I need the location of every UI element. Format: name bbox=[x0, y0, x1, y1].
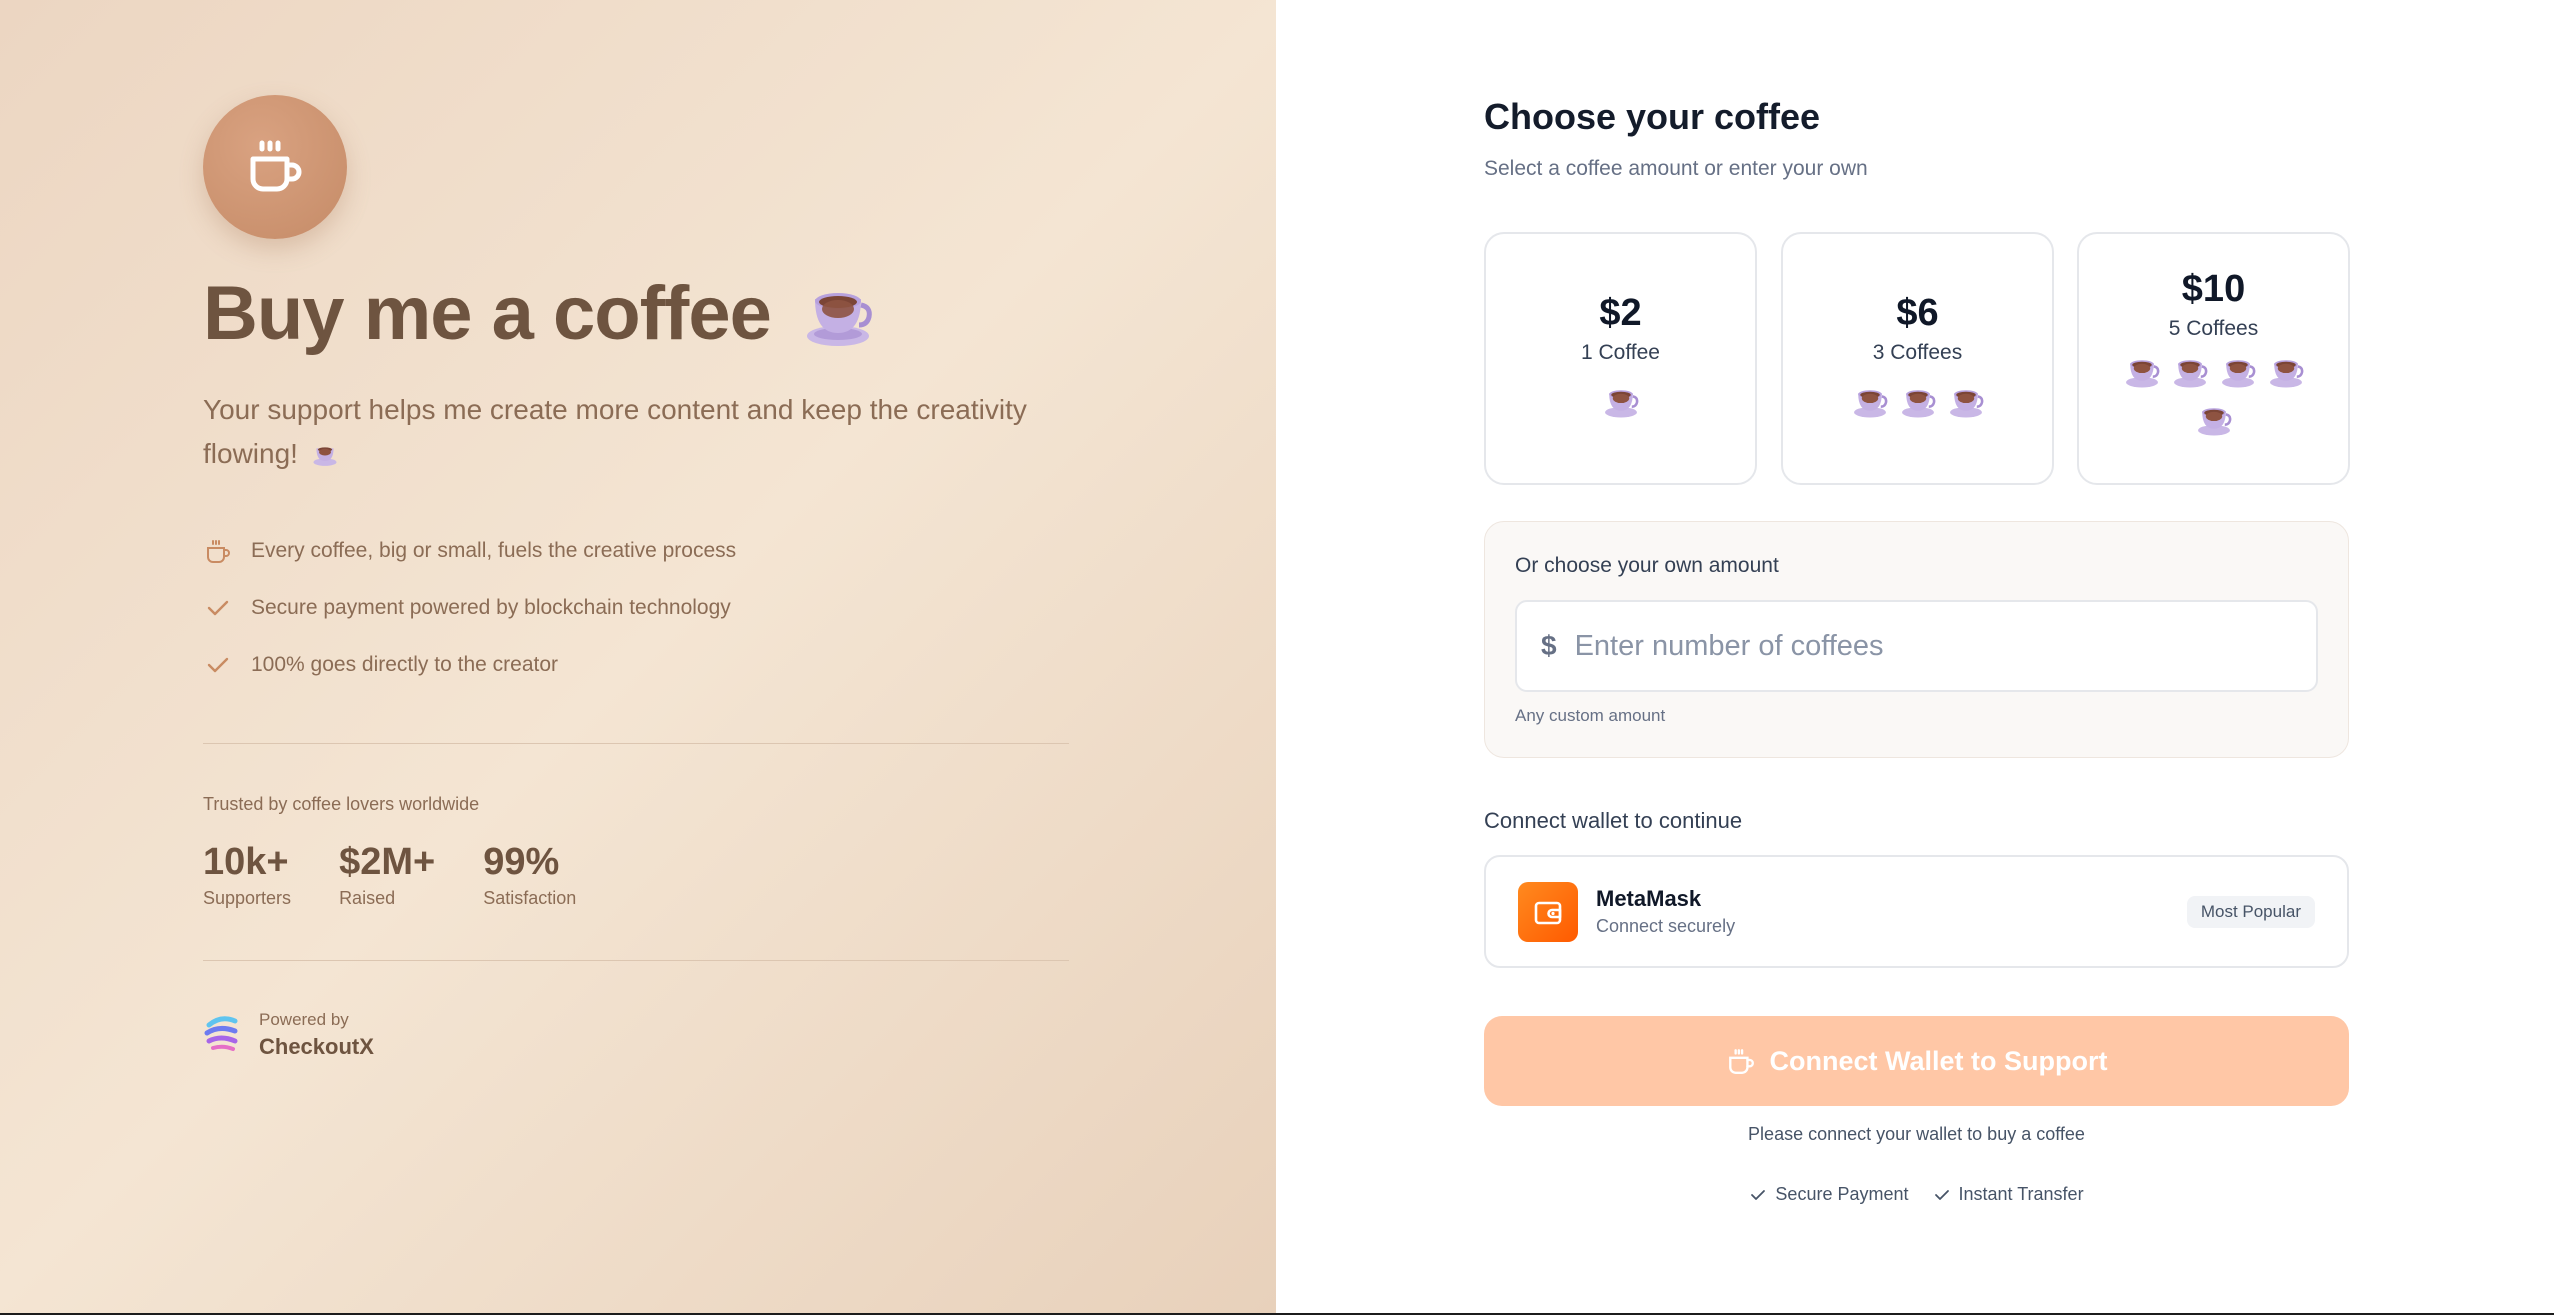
coffee-option-3[interactable]: $6 3 Coffees bbox=[1781, 232, 2054, 485]
hero-title: Buy me a coffee bbox=[203, 270, 873, 357]
feature-text: 100% goes directly to the creator bbox=[251, 652, 559, 676]
currency-symbol: $ bbox=[1541, 630, 1557, 661]
option-label: 3 Coffees bbox=[1872, 341, 1963, 364]
check-icon bbox=[203, 650, 233, 680]
option-price: $2 bbox=[1599, 292, 1642, 334]
custom-amount-box: Or choose your own amount $ Any custom a… bbox=[1484, 521, 2349, 758]
guarantee-item: Instant Transfer bbox=[1933, 1184, 2084, 1205]
stat-value: 10k+ bbox=[203, 841, 289, 883]
connect-wallet-button-label: Connect Wallet to Support bbox=[1769, 1045, 2108, 1076]
checkoutx-logo-icon bbox=[203, 1013, 241, 1058]
guarantee-item: Secure Payment bbox=[1749, 1184, 1909, 1205]
check-icon bbox=[203, 593, 233, 623]
coffee-emoji-icon bbox=[2194, 399, 2234, 439]
coffee-emoji-icon bbox=[2170, 351, 2210, 391]
connect-wallet-hint: Please connect your wallet to buy a coff… bbox=[1748, 1124, 2085, 1144]
powered-by-brand: CheckoutX bbox=[259, 1034, 374, 1059]
coffee-emoji-icon bbox=[803, 279, 873, 349]
stat-label: Supporters bbox=[203, 888, 292, 908]
wallet-subtitle: Connect securely bbox=[1596, 916, 1736, 936]
coffee-option-5[interactable]: $10 5 Coffees bbox=[2077, 232, 2350, 485]
custom-amount-label: Or choose your own amount bbox=[1515, 554, 1779, 577]
stat-label: Satisfaction bbox=[483, 888, 577, 908]
most-popular-badge: Most Popular bbox=[2186, 896, 2315, 928]
option-label: 5 Coffees bbox=[2168, 317, 2259, 340]
stat-satisfaction: 99% Satisfaction bbox=[483, 840, 576, 909]
feature-item: Every coffee, big or small, fuels the cr… bbox=[203, 522, 736, 579]
option-cups bbox=[1838, 377, 1998, 425]
connect-wallet-label: Connect wallet to continue bbox=[1484, 808, 1743, 833]
powered-by[interactable]: Powered by CheckoutX bbox=[203, 1010, 374, 1060]
coffee-cup-icon bbox=[1726, 1046, 1756, 1076]
coffee-emoji-icon bbox=[1850, 381, 1890, 421]
feature-item: 100% goes directly to the creator bbox=[203, 636, 736, 693]
option-price: $10 bbox=[2181, 268, 2246, 310]
coffee-option-1[interactable]: $2 1 Coffee bbox=[1484, 232, 1757, 485]
option-label: 1 Coffee bbox=[1580, 341, 1660, 364]
metamask-wallet-option[interactable]: MetaMask Connect securely Most Popular bbox=[1484, 855, 2349, 968]
feature-text: Secure payment powered by blockchain tec… bbox=[251, 595, 731, 619]
stats-row: 10k+ Supporters $2M+ Raised 99% Satisfac… bbox=[203, 840, 624, 909]
hero-title-text: Buy me a coffee bbox=[203, 271, 772, 356]
page-title: Choose your coffee bbox=[1484, 96, 1821, 137]
coffee-emoji-icon bbox=[1898, 381, 1938, 421]
page-subtitle: Select a coffee amount or enter your own bbox=[1484, 157, 1868, 180]
stat-supporters: 10k+ Supporters bbox=[203, 840, 291, 909]
coffee-emoji-icon bbox=[312, 436, 338, 480]
wallet-name: MetaMask bbox=[1596, 886, 1702, 911]
custom-amount-field[interactable]: $ bbox=[1515, 600, 2318, 692]
coffee-emoji-icon bbox=[1601, 381, 1641, 421]
stat-value: $2M+ bbox=[339, 841, 436, 883]
stat-label: Raised bbox=[339, 888, 396, 908]
option-price: $6 bbox=[1896, 292, 1939, 334]
option-cups bbox=[1591, 377, 1651, 425]
coffee-emoji-icon bbox=[1946, 381, 1986, 421]
feature-item: Secure payment powered by blockchain tec… bbox=[203, 579, 736, 636]
stat-raised: $2M+ Raised bbox=[339, 840, 435, 909]
feature-list: Every coffee, big or small, fuels the cr… bbox=[203, 522, 736, 693]
divider bbox=[203, 960, 1069, 961]
coffee-emoji-icon bbox=[2218, 351, 2258, 391]
custom-amount-hint: Any custom amount bbox=[1515, 706, 1666, 725]
coffee-mug-icon bbox=[203, 95, 347, 239]
coffee-emoji-icon bbox=[2122, 351, 2162, 391]
left-panel: Buy me a coffee Your support helps me cr… bbox=[0, 0, 1276, 1313]
powered-by-label: Powered by bbox=[259, 1010, 349, 1029]
stat-value: 99% bbox=[483, 841, 560, 883]
coffee-emoji-icon bbox=[2266, 351, 2306, 391]
check-icon bbox=[1751, 1189, 1766, 1200]
coffee-cup-icon bbox=[203, 536, 233, 566]
wallet-icon bbox=[1518, 881, 1578, 942]
option-cups bbox=[2109, 347, 2319, 443]
trusted-label: Trusted by coffee lovers worldwide bbox=[203, 794, 480, 814]
guarantee-text: Secure Payment bbox=[1775, 1184, 1909, 1204]
connect-wallet-button[interactable]: Connect Wallet to Support bbox=[1484, 1016, 2349, 1106]
guarantees: Secure Payment Instant Transfer bbox=[1484, 1184, 2349, 1205]
divider bbox=[203, 743, 1069, 744]
custom-amount-input[interactable] bbox=[1574, 629, 2295, 663]
guarantee-text: Instant Transfer bbox=[1958, 1184, 2084, 1204]
hero-subtitle: Your support helps me create more conten… bbox=[203, 388, 1063, 480]
check-icon bbox=[1934, 1189, 1949, 1200]
feature-text: Every coffee, big or small, fuels the cr… bbox=[251, 538, 737, 562]
